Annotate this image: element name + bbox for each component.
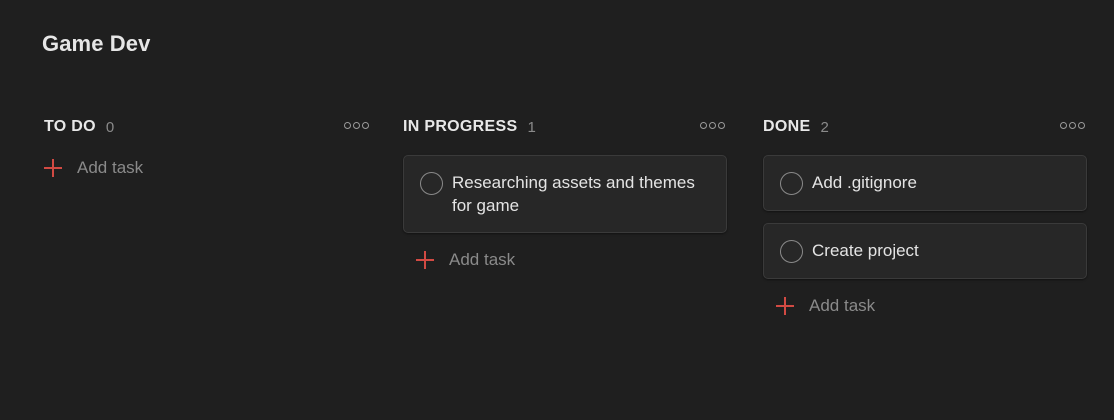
add-task-button[interactable]: Add task (776, 291, 1087, 321)
task-list: Researching assets and themes for game A… (403, 155, 727, 275)
task-title: Add .gitignore (812, 173, 917, 192)
more-horizontal-icon[interactable] (698, 120, 727, 131)
column-task-count: 1 (527, 118, 536, 136)
task-title: Create project (812, 241, 919, 260)
column-header: DONE 2 (763, 112, 1087, 142)
circle-check-icon[interactable] (420, 172, 443, 195)
kanban-board: Game Dev TO DO 0 Add task IN PROGRESS 1 (0, 0, 1114, 420)
plus-icon (416, 251, 434, 269)
board-title: Game Dev (42, 31, 151, 56)
add-task-label: Add task (77, 158, 144, 177)
circle-check-icon[interactable] (780, 172, 803, 195)
column-todo: TO DO 0 Add task (44, 112, 371, 183)
circle-check-icon[interactable] (780, 240, 803, 263)
column-title: DONE (763, 118, 811, 135)
column-title: TO DO (44, 118, 96, 135)
more-horizontal-icon[interactable] (342, 120, 371, 131)
column-in-progress: IN PROGRESS 1 Researching assets and the… (403, 112, 727, 275)
task-card[interactable]: Researching assets and themes for game (403, 155, 727, 233)
add-task-button[interactable]: Add task (44, 153, 368, 183)
task-title: Researching assets and themes for game (452, 173, 695, 215)
more-horizontal-icon[interactable] (1058, 120, 1087, 131)
task-list: Add .gitignore Create project Add task (763, 155, 1087, 321)
add-task-button[interactable]: Add task (416, 245, 727, 275)
column-header: IN PROGRESS 1 (403, 112, 727, 142)
column-task-count: 0 (105, 118, 115, 136)
column-title: IN PROGRESS (403, 118, 518, 135)
column-header: TO DO 0 (44, 112, 371, 142)
add-task-label: Add task (809, 296, 876, 315)
task-list: Add task (44, 153, 368, 183)
column-task-count: 2 (820, 118, 829, 136)
task-card[interactable]: Create project (763, 223, 1087, 279)
add-task-label: Add task (449, 250, 516, 269)
column-done: DONE 2 Add .gitignore Create project Add… (763, 112, 1087, 321)
plus-icon (44, 159, 62, 177)
task-card[interactable]: Add .gitignore (763, 155, 1087, 211)
plus-icon (776, 297, 794, 315)
